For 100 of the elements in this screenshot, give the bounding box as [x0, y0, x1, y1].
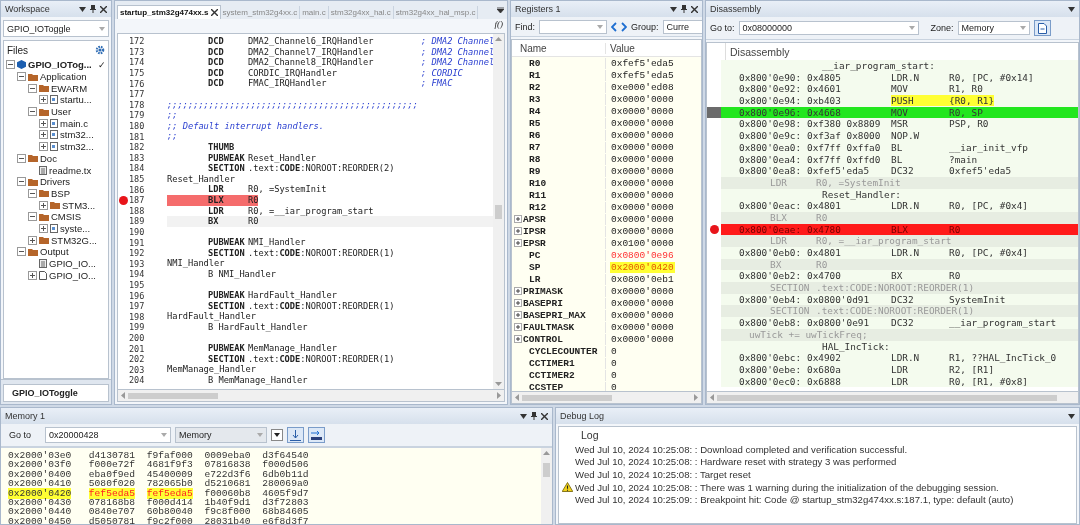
- memory-line: 0x2000'0410 5080f020 782065b0 d5210681 280069a0: [8, 479, 310, 489]
- tree-item[interactable]: STM32G...: [51, 234, 97, 246]
- register-value: 0x0000'0000: [610, 166, 675, 177]
- tree-item[interactable]: GPIO_IO...: [49, 258, 96, 270]
- register-name: R3: [529, 93, 541, 105]
- code-line: SECTION .text:CODE:NOROOT:REORDER(1): [207, 353, 396, 365]
- line-number: 199: [129, 322, 146, 333]
- code-line: SECTION .text:CODE:NOROOT:REORDER(1): [207, 247, 396, 259]
- memory-line: 0x2000'0420 fef5eda5 fef5eda5 f00060b8 4605f9d7: [8, 488, 310, 498]
- workspace-tab[interactable]: GPIO_IOToggle: [3, 384, 109, 402]
- register-name: R8: [529, 153, 541, 165]
- register-name: R10: [529, 177, 547, 189]
- code-line: ;; Default interrupt handlers.: [167, 120, 325, 132]
- code-line: SECTION .text:CODE:NOROOT:REORDER(2): [207, 163, 396, 174]
- register-value: 0x2000'0420: [610, 262, 675, 273]
- register-name: PRIMASK: [523, 285, 563, 297]
- line-number: 182: [129, 142, 146, 153]
- code-line: PUBWEAK NMI_Handler: [207, 237, 307, 248]
- register-value: 0xfef5'eda5: [610, 70, 675, 81]
- line-number: 204: [129, 375, 146, 386]
- panel-title: Registers 1: [515, 4, 562, 14]
- register-name: IPSR: [523, 225, 546, 237]
- tree-item[interactable]: EWARM: [51, 82, 88, 94]
- tree-item[interactable]: stm32...: [60, 129, 94, 141]
- code-line: PUBWEAK HardFault_Handler: [207, 290, 338, 301]
- register-name: R1: [529, 69, 541, 81]
- tree-item[interactable]: Output: [40, 246, 69, 258]
- tree-item[interactable]: Application: [40, 71, 87, 83]
- tree-item[interactable]: User: [51, 106, 72, 118]
- panel-title: Debug Log: [560, 411, 606, 421]
- tree-item[interactable]: GPIO_IOTog...: [28, 59, 92, 71]
- tree-item[interactable]: Drivers: [40, 176, 71, 188]
- line-number: 174: [129, 57, 146, 68]
- line-number: 172: [129, 36, 146, 47]
- code-line: MemManage_Handler: [167, 364, 257, 375]
- register-value: 0: [610, 370, 618, 381]
- register-value: 0x0000'0000: [610, 214, 675, 225]
- line-number: 196: [129, 290, 146, 301]
- tree-item[interactable]: GPIO_IO...: [49, 269, 96, 281]
- register-value: 0x0000'0000: [610, 154, 675, 165]
- register-name: R9: [529, 165, 541, 177]
- tree-item[interactable]: Doc: [40, 152, 57, 164]
- register-value: 0x0000'0000: [610, 118, 675, 129]
- tree-item[interactable]: readme.tx: [49, 164, 92, 176]
- panel-title: Disassembly: [710, 4, 762, 14]
- line-number: 186: [129, 184, 146, 195]
- register-value: 0xe000'ed08: [610, 82, 675, 93]
- column-header: Disassembly: [729, 45, 790, 58]
- line-number: 189: [129, 216, 146, 227]
- project-dropdown[interactable]: GPIO_IOToggle: [3, 20, 109, 37]
- zone-dropdown[interactable]: Memory: [957, 21, 1030, 35]
- line-number: 188: [129, 205, 146, 216]
- register-value: 0x0000'0000: [610, 322, 675, 333]
- register-name: LR: [529, 273, 541, 285]
- log-entry: Wed Jul 10, 2024 10:25:08: : Hardware reset with strategy 3 was performed: [575, 456, 897, 468]
- register-name: R12: [529, 201, 547, 213]
- column-header: Name: [519, 42, 547, 54]
- register-name: CCTIMER1: [529, 357, 575, 369]
- group-dropdown[interactable]: Curre: [662, 19, 702, 34]
- register-value: 0x0000'0000: [610, 130, 675, 141]
- register-name: BASEPRI_MAX: [523, 309, 586, 321]
- tree-item[interactable]: main.c: [60, 117, 88, 129]
- panel-title: Memory 1: [5, 411, 46, 421]
- line-number: 197: [129, 301, 146, 312]
- tree-item[interactable]: stm32...: [60, 141, 94, 153]
- code-line: DCD CORDIC_IRQHandler ; CORDIC: [207, 67, 464, 79]
- line-number: 203: [129, 364, 146, 375]
- register-value: 0x0000'0000: [610, 226, 675, 237]
- address-field[interactable]: 0x20000428: [45, 427, 171, 443]
- register-value: 0x0000'0000: [610, 286, 675, 297]
- register-value: 0x0000'0000: [610, 202, 675, 213]
- code-line: DCD DMA2_Channel6_IRQHandler ; DMA2 Channel: [207, 36, 495, 47]
- find-label: Find:: [515, 21, 535, 32]
- line-number: 200: [129, 332, 146, 343]
- register-name: R6: [529, 129, 541, 141]
- code-line: Reset_Handler: [167, 173, 236, 185]
- line-number: 181: [129, 131, 146, 142]
- register-name: R5: [529, 117, 541, 129]
- register-value: 0x0800'0e96: [610, 250, 675, 261]
- register-name: CCSTEP: [529, 381, 564, 391]
- tree-item[interactable]: STM3...: [62, 199, 96, 211]
- register-name: CONTROL: [523, 333, 563, 345]
- line-number: 175: [129, 68, 146, 79]
- tree-item[interactable]: BSP: [51, 187, 70, 199]
- register-value: 0x0000'0000: [610, 298, 675, 309]
- line-number: 184: [129, 163, 146, 174]
- tree-item[interactable]: syste...: [60, 222, 91, 234]
- memory-line: 0x2000'03e0 d4130781 f9faf000 0009eba0 d3f64540: [8, 451, 310, 461]
- address-field[interactable]: 0x08000000: [738, 21, 919, 35]
- function-button[interactable]: f(): [494, 19, 503, 31]
- line-number: 193: [129, 258, 146, 269]
- zone-dropdown[interactable]: Memory: [175, 427, 267, 443]
- register-value: 0x0000'0000: [610, 190, 675, 201]
- line-number: 173: [129, 46, 146, 57]
- file-tab[interactable]: startup_stm32g474xx.s: [117, 5, 221, 19]
- tree-item[interactable]: CMSIS: [51, 211, 82, 223]
- line-number: 190: [129, 227, 146, 237]
- register-name: R7: [529, 141, 541, 153]
- tree-item[interactable]: startu...: [60, 94, 92, 106]
- log-entry: Wed Jul 10, 2024 10:25:08: : Target reset: [575, 469, 751, 480]
